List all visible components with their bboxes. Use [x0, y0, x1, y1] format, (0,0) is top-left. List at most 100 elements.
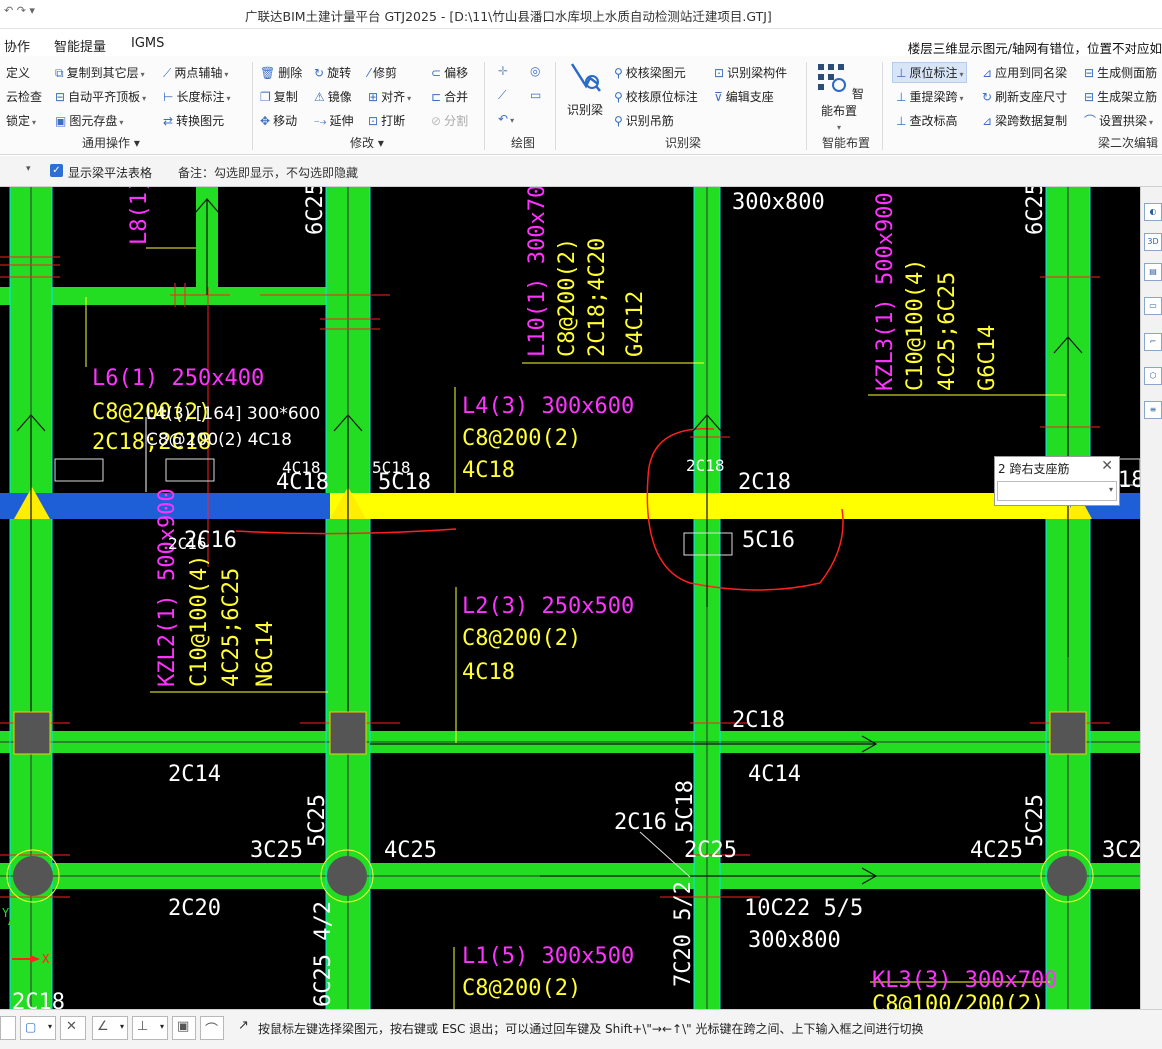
arch-icon: ⌒	[1084, 114, 1097, 128]
trim-button[interactable]: ⁄ 修剪	[368, 64, 397, 81]
break-button[interactable]: ⊡ 打断	[368, 112, 405, 129]
identify-beam-component-button[interactable]: ⊡ 识别梁构件	[714, 64, 787, 81]
offset-button[interactable]: ⊂ 偏移	[431, 64, 468, 81]
copy-button[interactable]: ❐ 复制	[260, 88, 298, 105]
select-icon[interactable]: ⌐	[1144, 333, 1162, 351]
align-slab-icon: ⊟	[55, 90, 66, 104]
span-data-copy-button[interactable]: ⊿ 梁跨数据复制	[982, 112, 1067, 129]
re-extract-span-button[interactable]: ⊥ 重提梁跨 ▾	[896, 88, 963, 105]
drawing-canvas[interactable]: L8(1) L10(1) 300x700 L6(1) 250x400 L4(3)…	[0, 187, 1140, 1009]
circle-draw-button[interactable]: ◎	[530, 64, 540, 78]
rebar-label: C8@200(2)	[555, 238, 580, 357]
option-bar: ▾ ✓ 显示梁平法表格 备注：勾选即显示，不勾选即隐藏	[0, 156, 1162, 187]
menu-smart-quantity[interactable]: 智能提量	[54, 36, 106, 55]
view-3d-button[interactable]: 3D	[1144, 233, 1162, 251]
check-beam-element-button[interactable]: ⚲ 校核梁图元	[614, 64, 686, 81]
box-icon[interactable]: ▭	[1144, 297, 1162, 315]
rect-draw-button[interactable]: ▭	[530, 88, 541, 102]
cad-drawing[interactable]: L8(1) L10(1) 300x700 L6(1) 250x400 L4(3)…	[0, 187, 1140, 1009]
edit-support-button[interactable]: ⊽ 编辑支座	[714, 88, 774, 105]
split-button[interactable]: ⊘ 分割	[431, 112, 468, 129]
ribbon-separator	[484, 62, 485, 150]
check-origin-label-button[interactable]: ⚲ 校核原位标注	[614, 88, 698, 105]
convert-element-button[interactable]: ⇄ 转换图元	[163, 112, 224, 129]
define-button[interactable]: 定义	[6, 64, 30, 81]
snap-toggle[interactable]	[0, 1016, 16, 1040]
ribbon-separator	[882, 62, 883, 150]
dim-label: 4C18	[282, 458, 321, 477]
right-support-rebar-popup[interactable]: 2 跨右支座筋 ✕ ▾	[994, 456, 1120, 506]
mirror-button[interactable]: ⚠ 镜像	[314, 88, 352, 105]
save-element-button[interactable]: ▣ 图元存盘 ▾	[55, 112, 123, 129]
show-beam-table-checkbox[interactable]: ✓	[50, 164, 63, 177]
ribbon-separator	[806, 62, 807, 150]
zoom-icon[interactable]: ◐	[1144, 203, 1162, 221]
move-button[interactable]: ✥ 移动	[260, 112, 297, 129]
origin-label-button[interactable]: ⊥ 原位标注 ▾	[892, 62, 968, 83]
dimension-icon: ⊢	[163, 90, 174, 104]
copy-to-other-layer-button[interactable]: ⧉ 复制到其它层 ▾	[55, 64, 145, 81]
dropdown-arrow-icon[interactable]: ▾	[26, 164, 31, 174]
refresh-support-size-button[interactable]: ↻ 刷新支座尺寸	[982, 88, 1067, 105]
line-draw-button[interactable]: ⟋	[498, 88, 506, 103]
group-label-beam-edit: 梁二次编辑	[1098, 136, 1159, 150]
menu-collaborate[interactable]: 协作	[4, 36, 30, 55]
rebar-label: 4C18	[462, 458, 515, 483]
dim-label: 2C25	[684, 838, 737, 863]
generate-side-bar-button[interactable]: ⊟ 生成侧面筋	[1084, 64, 1157, 81]
show-beam-table-label: 显示梁平法表格	[68, 166, 153, 180]
beam-label: L8(1)	[127, 187, 152, 245]
span-icon: ⊥	[896, 90, 907, 104]
two-point-axis-button[interactable]: ⟋ 两点辅轴 ▾	[163, 64, 228, 81]
close-icon[interactable]: ✕	[1101, 458, 1113, 474]
span-copy-icon: ⊿	[982, 114, 993, 128]
smart-layout-button[interactable]: 智能布置 ▾	[812, 60, 866, 133]
axis-icon: ⟋	[163, 66, 172, 80]
dim-label: 10C22 5/5	[744, 896, 863, 921]
identify-hanger-button[interactable]: ⚲ 识别吊筋	[614, 112, 674, 129]
auto-align-slab-button[interactable]: ⊟ 自动平齐顶板 ▾	[55, 88, 146, 105]
print-icon[interactable]: ▣	[172, 1016, 196, 1040]
dim-label: 2C14	[168, 762, 221, 787]
beam-label: KZL3(1) 500x900	[873, 192, 898, 391]
merge-button[interactable]: ⊏ 合并	[431, 88, 468, 105]
cross-select-icon[interactable]: ✕	[60, 1016, 86, 1040]
arc-draw-button[interactable]: ↶ ▾	[498, 112, 514, 126]
list-icon[interactable]: ≡	[1144, 401, 1162, 419]
length-dimension-button[interactable]: ⊢ 长度标注 ▾	[163, 88, 230, 105]
rotate-button[interactable]: ↻ 旋转	[314, 64, 351, 81]
select-mode-dropdown[interactable]: ▢ ▾	[20, 1016, 56, 1040]
point-draw-button[interactable]: ✛	[498, 64, 508, 78]
tooltip-line-2: C8@200(2) 4C18	[146, 430, 292, 450]
delete-button[interactable]: 🗑 删除	[260, 64, 302, 81]
cloud-check-button[interactable]: 云检查	[6, 88, 42, 105]
align-button[interactable]: ⊞ 对齐 ▾	[368, 88, 411, 105]
identify-beam-button[interactable]: 识别梁	[562, 60, 608, 118]
convert-icon: ⇄	[163, 114, 174, 128]
apply-same-beam-button[interactable]: ⊿ 应用到同名梁	[982, 64, 1067, 81]
right-support-rebar-input[interactable]: ▾	[997, 481, 1117, 501]
curve-icon[interactable]: ⌒	[200, 1016, 224, 1040]
cube-icon[interactable]: ⬡	[1144, 367, 1162, 385]
beam-label: KL3(3) 300x700	[872, 968, 1057, 993]
dim-label: 6C25	[303, 187, 328, 235]
rebar-label: C8@100/200(2)	[872, 992, 1044, 1009]
dim-label: 2C20	[168, 896, 221, 921]
rebar-label: 4C18	[462, 660, 515, 685]
lock-button[interactable]: 锁定 ▾	[6, 112, 36, 129]
offset-dropdown[interactable]: ⊥ ▾	[132, 1016, 168, 1040]
generate-erection-bar-button[interactable]: ⊟ 生成架立筋	[1084, 88, 1157, 105]
dim-label: 300x800	[732, 190, 825, 215]
group-label-draw: 绘图	[511, 136, 536, 150]
menu-igms[interactable]: IGMS	[131, 36, 164, 51]
selected-beam[interactable]	[330, 493, 1070, 519]
dim-label: 3C25	[1102, 838, 1140, 863]
chevron-down-icon[interactable]: ▾	[1109, 485, 1113, 494]
extend-button[interactable]: ⤍ 延伸	[314, 112, 354, 129]
set-arch-beam-button[interactable]: ⌒ 设置拱梁 ▾	[1084, 112, 1153, 129]
layer-icon[interactable]: ▤	[1144, 263, 1162, 281]
check-elevation-button[interactable]: ⊥ 查改标高	[896, 112, 957, 129]
dim-label: 2C16	[614, 810, 667, 835]
angle-icon[interactable]: ∠ ▾	[92, 1016, 128, 1040]
quick-access-toolbar[interactable]: ↶ ↷ ▾	[4, 4, 35, 17]
